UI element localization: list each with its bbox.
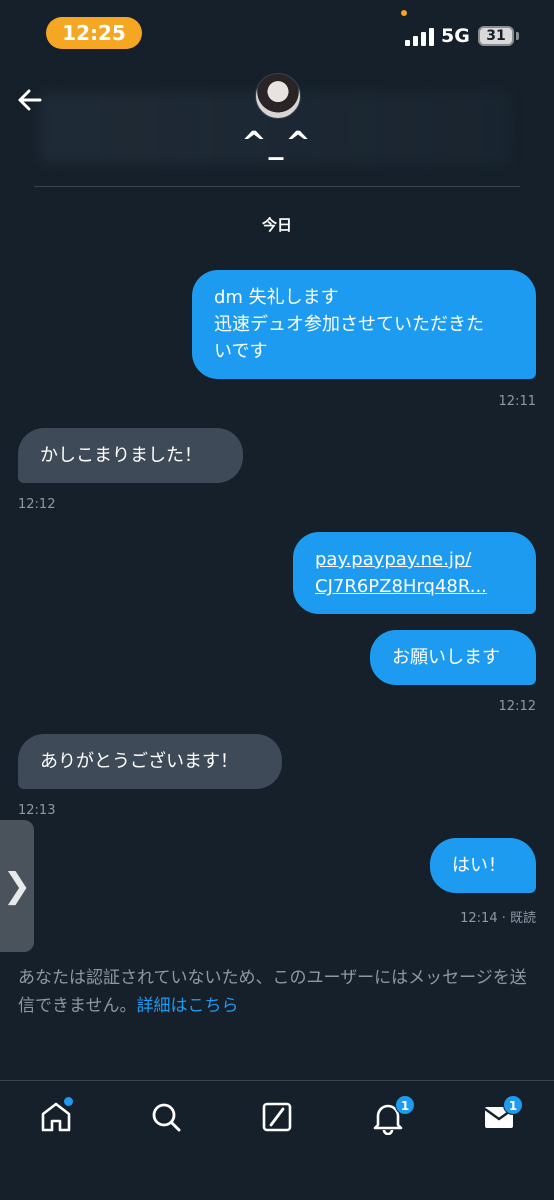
header-divider — [34, 186, 520, 187]
nav-notifications[interactable]: 1 — [370, 1095, 415, 1136]
message-bubble-sent-link[interactable]: pay.paypay.ne.jp/ CJ7R6PZ8Hrq48R... — [293, 532, 536, 614]
learn-more-link[interactable]: 詳細はこちら — [137, 996, 239, 1016]
privacy-indicator-dot — [401, 10, 407, 16]
message-line: いです — [214, 341, 268, 362]
cannot-message-notice: あなたは認証されていないため、このユーザーにはメッセージを送信できません。詳細は… — [18, 964, 538, 1020]
message-line: ありがとうございます！ — [40, 751, 238, 772]
message-bubble-sent[interactable]: お願いします — [370, 630, 536, 685]
battery-icon: 31 — [478, 26, 514, 46]
back-button[interactable] — [14, 84, 46, 116]
bottom-nav: 1 1 — [0, 1080, 554, 1200]
message-timestamp: 12:12 — [498, 699, 536, 714]
search-icon — [152, 1103, 181, 1132]
status-bar: 12:25 5G 31 — [0, 0, 554, 60]
messages-badge: 1 — [503, 1095, 523, 1115]
message-line: 迅速デュオ参加させていただきた — [214, 314, 484, 335]
payment-link[interactable]: pay.paypay.ne.jp/ — [315, 546, 514, 573]
arrow-left-icon — [18, 89, 42, 111]
contact-name[interactable]: ^_^ — [0, 126, 554, 161]
nav-messages[interactable]: 1 — [481, 1095, 523, 1135]
message-bubble-sent[interactable]: dm 失礼します 迅速デュオ参加させていただきた いです — [192, 270, 536, 379]
notice-text: あなたは認証されていないため、このユーザーにはメッセージを送信できません。 — [18, 968, 527, 1016]
message-bubble-received[interactable]: ありがとうございます！ — [18, 734, 282, 789]
nav-grok[interactable] — [259, 1099, 295, 1135]
message-timestamp: 12:13 — [18, 803, 56, 818]
signal-icon — [405, 28, 435, 46]
grok-icon — [262, 1102, 292, 1132]
notifications-badge: 1 — [395, 1095, 415, 1115]
date-separator: 今日 — [261, 216, 292, 234]
side-drawer-handle[interactable]: ❯ — [0, 820, 34, 952]
payment-link[interactable]: CJ7R6PZ8Hrq48R... — [315, 573, 514, 600]
message-line: かしこまりました！ — [40, 445, 202, 466]
message-timestamp: 12:11 — [498, 394, 536, 409]
status-time: 12:25 — [46, 17, 142, 49]
nav-search[interactable] — [148, 1099, 184, 1135]
avatar[interactable] — [255, 73, 301, 119]
message-line: dm 失礼します — [214, 287, 339, 308]
battery-tip — [516, 32, 519, 40]
message-timestamp: 12:12 — [18, 497, 56, 512]
message-line: お願いします — [392, 647, 500, 668]
message-line: はい！ — [452, 855, 506, 876]
network-type: 5G — [441, 25, 470, 47]
home-notification-dot — [64, 1097, 73, 1106]
message-bubble-sent[interactable]: はい！ — [430, 838, 536, 893]
nav-home[interactable] — [38, 1097, 74, 1135]
message-timestamp-read: 12:14 · 既読 — [460, 911, 536, 926]
message-bubble-received[interactable]: かしこまりました！ — [18, 428, 243, 483]
